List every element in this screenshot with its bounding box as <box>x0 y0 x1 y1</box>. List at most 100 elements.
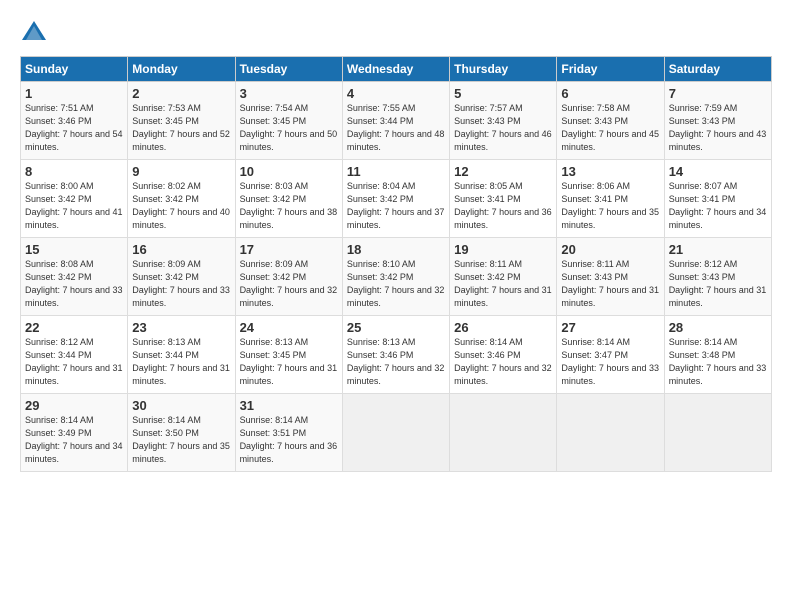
logo-icon <box>20 18 48 46</box>
day-cell: 26Sunrise: 8:14 AMSunset: 3:46 PMDayligh… <box>450 316 557 394</box>
day-info: Sunrise: 8:12 AMSunset: 3:44 PMDaylight:… <box>25 336 123 388</box>
day-number: 8 <box>25 164 123 179</box>
day-cell: 5Sunrise: 7:57 AMSunset: 3:43 PMDaylight… <box>450 82 557 160</box>
day-cell: 4Sunrise: 7:55 AMSunset: 3:44 PMDaylight… <box>342 82 449 160</box>
day-cell: 2Sunrise: 7:53 AMSunset: 3:45 PMDaylight… <box>128 82 235 160</box>
day-cell: 18Sunrise: 8:10 AMSunset: 3:42 PMDayligh… <box>342 238 449 316</box>
day-info: Sunrise: 8:14 AMSunset: 3:47 PMDaylight:… <box>561 336 659 388</box>
day-number: 28 <box>669 320 767 335</box>
day-cell: 6Sunrise: 7:58 AMSunset: 3:43 PMDaylight… <box>557 82 664 160</box>
day-cell <box>557 394 664 472</box>
day-cell: 25Sunrise: 8:13 AMSunset: 3:46 PMDayligh… <box>342 316 449 394</box>
day-cell: 29Sunrise: 8:14 AMSunset: 3:49 PMDayligh… <box>21 394 128 472</box>
day-info: Sunrise: 8:13 AMSunset: 3:46 PMDaylight:… <box>347 336 445 388</box>
day-cell <box>342 394 449 472</box>
day-info: Sunrise: 8:12 AMSunset: 3:43 PMDaylight:… <box>669 258 767 310</box>
day-number: 25 <box>347 320 445 335</box>
header-cell-saturday: Saturday <box>664 57 771 82</box>
day-number: 6 <box>561 86 659 101</box>
day-cell: 3Sunrise: 7:54 AMSunset: 3:45 PMDaylight… <box>235 82 342 160</box>
day-number: 3 <box>240 86 338 101</box>
calendar-table: SundayMondayTuesdayWednesdayThursdayFrid… <box>20 56 772 472</box>
day-cell: 7Sunrise: 7:59 AMSunset: 3:43 PMDaylight… <box>664 82 771 160</box>
calendar-header: SundayMondayTuesdayWednesdayThursdayFrid… <box>21 57 772 82</box>
day-cell: 20Sunrise: 8:11 AMSunset: 3:43 PMDayligh… <box>557 238 664 316</box>
calendar-body: 1Sunrise: 7:51 AMSunset: 3:46 PMDaylight… <box>21 82 772 472</box>
header-cell-wednesday: Wednesday <box>342 57 449 82</box>
day-cell <box>450 394 557 472</box>
day-info: Sunrise: 7:57 AMSunset: 3:43 PMDaylight:… <box>454 102 552 154</box>
day-cell: 17Sunrise: 8:09 AMSunset: 3:42 PMDayligh… <box>235 238 342 316</box>
week-row-5: 29Sunrise: 8:14 AMSunset: 3:49 PMDayligh… <box>21 394 772 472</box>
day-number: 23 <box>132 320 230 335</box>
day-number: 1 <box>25 86 123 101</box>
week-row-3: 15Sunrise: 8:08 AMSunset: 3:42 PMDayligh… <box>21 238 772 316</box>
day-info: Sunrise: 7:54 AMSunset: 3:45 PMDaylight:… <box>240 102 338 154</box>
day-info: Sunrise: 7:58 AMSunset: 3:43 PMDaylight:… <box>561 102 659 154</box>
day-cell: 9Sunrise: 8:02 AMSunset: 3:42 PMDaylight… <box>128 160 235 238</box>
day-number: 24 <box>240 320 338 335</box>
day-cell: 16Sunrise: 8:09 AMSunset: 3:42 PMDayligh… <box>128 238 235 316</box>
day-number: 29 <box>25 398 123 413</box>
day-cell: 24Sunrise: 8:13 AMSunset: 3:45 PMDayligh… <box>235 316 342 394</box>
day-cell: 31Sunrise: 8:14 AMSunset: 3:51 PMDayligh… <box>235 394 342 472</box>
day-info: Sunrise: 8:00 AMSunset: 3:42 PMDaylight:… <box>25 180 123 232</box>
day-info: Sunrise: 8:14 AMSunset: 3:50 PMDaylight:… <box>132 414 230 466</box>
day-info: Sunrise: 8:13 AMSunset: 3:45 PMDaylight:… <box>240 336 338 388</box>
day-info: Sunrise: 7:53 AMSunset: 3:45 PMDaylight:… <box>132 102 230 154</box>
day-cell: 11Sunrise: 8:04 AMSunset: 3:42 PMDayligh… <box>342 160 449 238</box>
day-number: 27 <box>561 320 659 335</box>
day-info: Sunrise: 8:13 AMSunset: 3:44 PMDaylight:… <box>132 336 230 388</box>
day-cell: 1Sunrise: 7:51 AMSunset: 3:46 PMDaylight… <box>21 82 128 160</box>
day-cell: 23Sunrise: 8:13 AMSunset: 3:44 PMDayligh… <box>128 316 235 394</box>
day-info: Sunrise: 8:05 AMSunset: 3:41 PMDaylight:… <box>454 180 552 232</box>
day-info: Sunrise: 8:04 AMSunset: 3:42 PMDaylight:… <box>347 180 445 232</box>
day-info: Sunrise: 7:55 AMSunset: 3:44 PMDaylight:… <box>347 102 445 154</box>
day-number: 20 <box>561 242 659 257</box>
day-cell: 13Sunrise: 8:06 AMSunset: 3:41 PMDayligh… <box>557 160 664 238</box>
day-info: Sunrise: 8:02 AMSunset: 3:42 PMDaylight:… <box>132 180 230 232</box>
day-info: Sunrise: 8:10 AMSunset: 3:42 PMDaylight:… <box>347 258 445 310</box>
day-number: 11 <box>347 164 445 179</box>
day-info: Sunrise: 8:06 AMSunset: 3:41 PMDaylight:… <box>561 180 659 232</box>
day-number: 10 <box>240 164 338 179</box>
day-number: 31 <box>240 398 338 413</box>
day-cell: 14Sunrise: 8:07 AMSunset: 3:41 PMDayligh… <box>664 160 771 238</box>
week-row-2: 8Sunrise: 8:00 AMSunset: 3:42 PMDaylight… <box>21 160 772 238</box>
day-number: 30 <box>132 398 230 413</box>
day-info: Sunrise: 7:59 AMSunset: 3:43 PMDaylight:… <box>669 102 767 154</box>
day-cell: 10Sunrise: 8:03 AMSunset: 3:42 PMDayligh… <box>235 160 342 238</box>
day-info: Sunrise: 8:14 AMSunset: 3:51 PMDaylight:… <box>240 414 338 466</box>
day-number: 2 <box>132 86 230 101</box>
logo <box>20 18 52 46</box>
day-cell: 22Sunrise: 8:12 AMSunset: 3:44 PMDayligh… <box>21 316 128 394</box>
day-number: 12 <box>454 164 552 179</box>
day-cell: 15Sunrise: 8:08 AMSunset: 3:42 PMDayligh… <box>21 238 128 316</box>
day-info: Sunrise: 8:14 AMSunset: 3:46 PMDaylight:… <box>454 336 552 388</box>
day-number: 21 <box>669 242 767 257</box>
day-info: Sunrise: 8:11 AMSunset: 3:42 PMDaylight:… <box>454 258 552 310</box>
day-info: Sunrise: 8:09 AMSunset: 3:42 PMDaylight:… <box>240 258 338 310</box>
day-number: 13 <box>561 164 659 179</box>
header-row: SundayMondayTuesdayWednesdayThursdayFrid… <box>21 57 772 82</box>
day-info: Sunrise: 8:08 AMSunset: 3:42 PMDaylight:… <box>25 258 123 310</box>
day-number: 17 <box>240 242 338 257</box>
page: SundayMondayTuesdayWednesdayThursdayFrid… <box>0 0 792 612</box>
day-number: 5 <box>454 86 552 101</box>
day-info: Sunrise: 8:07 AMSunset: 3:41 PMDaylight:… <box>669 180 767 232</box>
day-info: Sunrise: 8:14 AMSunset: 3:48 PMDaylight:… <box>669 336 767 388</box>
day-cell: 27Sunrise: 8:14 AMSunset: 3:47 PMDayligh… <box>557 316 664 394</box>
day-number: 16 <box>132 242 230 257</box>
week-row-1: 1Sunrise: 7:51 AMSunset: 3:46 PMDaylight… <box>21 82 772 160</box>
day-cell: 12Sunrise: 8:05 AMSunset: 3:41 PMDayligh… <box>450 160 557 238</box>
header-cell-monday: Monday <box>128 57 235 82</box>
header <box>20 18 772 46</box>
day-info: Sunrise: 8:14 AMSunset: 3:49 PMDaylight:… <box>25 414 123 466</box>
day-number: 19 <box>454 242 552 257</box>
header-cell-sunday: Sunday <box>21 57 128 82</box>
day-number: 4 <box>347 86 445 101</box>
day-cell: 30Sunrise: 8:14 AMSunset: 3:50 PMDayligh… <box>128 394 235 472</box>
day-cell: 8Sunrise: 8:00 AMSunset: 3:42 PMDaylight… <box>21 160 128 238</box>
day-cell <box>664 394 771 472</box>
header-cell-tuesday: Tuesday <box>235 57 342 82</box>
